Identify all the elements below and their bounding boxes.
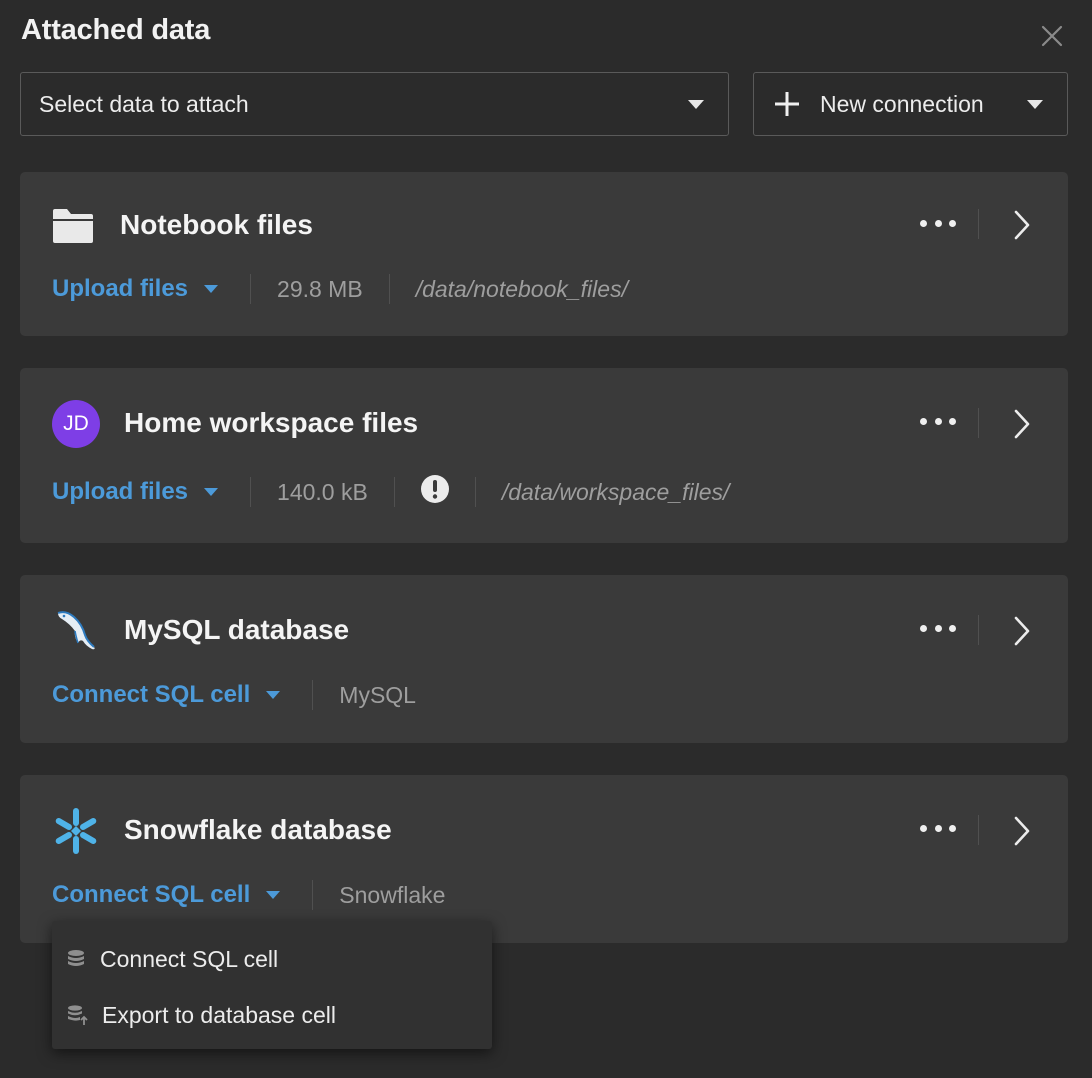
data-source-card-mysql: MySQL database Connect SQL cell MySQL [20, 575, 1068, 743]
database-export-icon [66, 1004, 88, 1026]
connect-sql-cell-label: Connect SQL cell [52, 881, 250, 909]
attached-data-panel: Attached data Select data to attach New … [0, 0, 1092, 1078]
divider [978, 408, 979, 438]
connect-sql-dropdown-menu: Connect SQL cell Export to database cell [52, 921, 492, 1049]
connect-sql-cell-label: Connect SQL cell [52, 681, 250, 709]
divider [978, 615, 979, 645]
menu-item-connect-sql-cell[interactable]: Connect SQL cell [52, 931, 492, 987]
chevron-right-icon[interactable] [1010, 815, 1034, 847]
menu-item-label: Export to database cell [102, 1002, 336, 1029]
chevron-right-icon[interactable] [1010, 615, 1034, 647]
divider [250, 477, 251, 507]
chevron-down-icon [688, 100, 704, 109]
data-source-card-notebook-files: Notebook files Upload files 29.8 MB /dat… [20, 172, 1068, 336]
database-icon [66, 949, 86, 969]
divider [389, 274, 390, 304]
select-data-dropdown[interactable]: Select data to attach [20, 72, 729, 136]
new-connection-label: New connection [820, 91, 984, 118]
mysql-dolphin-icon [52, 607, 100, 655]
menu-item-label: Connect SQL cell [100, 946, 278, 973]
avatar: JD [52, 400, 100, 448]
upload-files-button[interactable]: Upload files [52, 478, 218, 506]
panel-title: Attached data [21, 14, 210, 47]
more-options-icon[interactable] [920, 822, 956, 834]
storage-path: /data/notebook_files/ [416, 276, 628, 303]
more-options-icon[interactable] [920, 415, 956, 427]
chevron-down-icon [266, 691, 280, 699]
new-connection-button[interactable]: New connection [753, 72, 1068, 136]
select-data-placeholder: Select data to attach [39, 91, 249, 118]
card-title: Notebook files [120, 209, 313, 241]
divider [978, 209, 979, 239]
card-title: MySQL database [124, 614, 349, 646]
storage-path: /data/workspace_files/ [502, 479, 730, 506]
folder-icon [52, 208, 94, 244]
divider [394, 477, 395, 507]
menu-item-export-to-database-cell[interactable]: Export to database cell [52, 987, 492, 1043]
more-options-icon[interactable] [920, 217, 956, 229]
upload-files-button[interactable]: Upload files [52, 275, 218, 303]
card-title: Snowflake database [124, 814, 392, 846]
storage-size: 140.0 kB [277, 479, 368, 506]
close-icon[interactable] [1038, 22, 1066, 50]
chevron-right-icon[interactable] [1010, 408, 1034, 440]
connect-sql-cell-button[interactable]: Connect SQL cell [52, 881, 280, 909]
chevron-down-icon [1027, 100, 1043, 109]
upload-files-label: Upload files [52, 478, 188, 506]
divider [978, 815, 979, 845]
snowflake-icon [52, 807, 100, 855]
divider [475, 477, 476, 507]
chevron-down-icon [266, 891, 280, 899]
database-type: Snowflake [339, 882, 445, 909]
chevron-down-icon [204, 285, 218, 293]
connect-sql-cell-button[interactable]: Connect SQL cell [52, 681, 280, 709]
more-options-icon[interactable] [920, 622, 956, 634]
divider [312, 680, 313, 710]
data-source-card-home-workspace-files: JD Home workspace files Upload files 140… [20, 368, 1068, 543]
database-type: MySQL [339, 682, 416, 709]
exclamation-icon[interactable] [421, 475, 449, 503]
upload-files-label: Upload files [52, 275, 188, 303]
chevron-down-icon [204, 488, 218, 496]
data-source-card-snowflake: Snowflake database Connect SQL cell Snow… [20, 775, 1068, 943]
plus-icon [774, 91, 800, 117]
storage-size: 29.8 MB [277, 276, 363, 303]
card-title: Home workspace files [124, 407, 418, 439]
divider [250, 274, 251, 304]
chevron-right-icon[interactable] [1010, 209, 1034, 241]
divider [312, 880, 313, 910]
